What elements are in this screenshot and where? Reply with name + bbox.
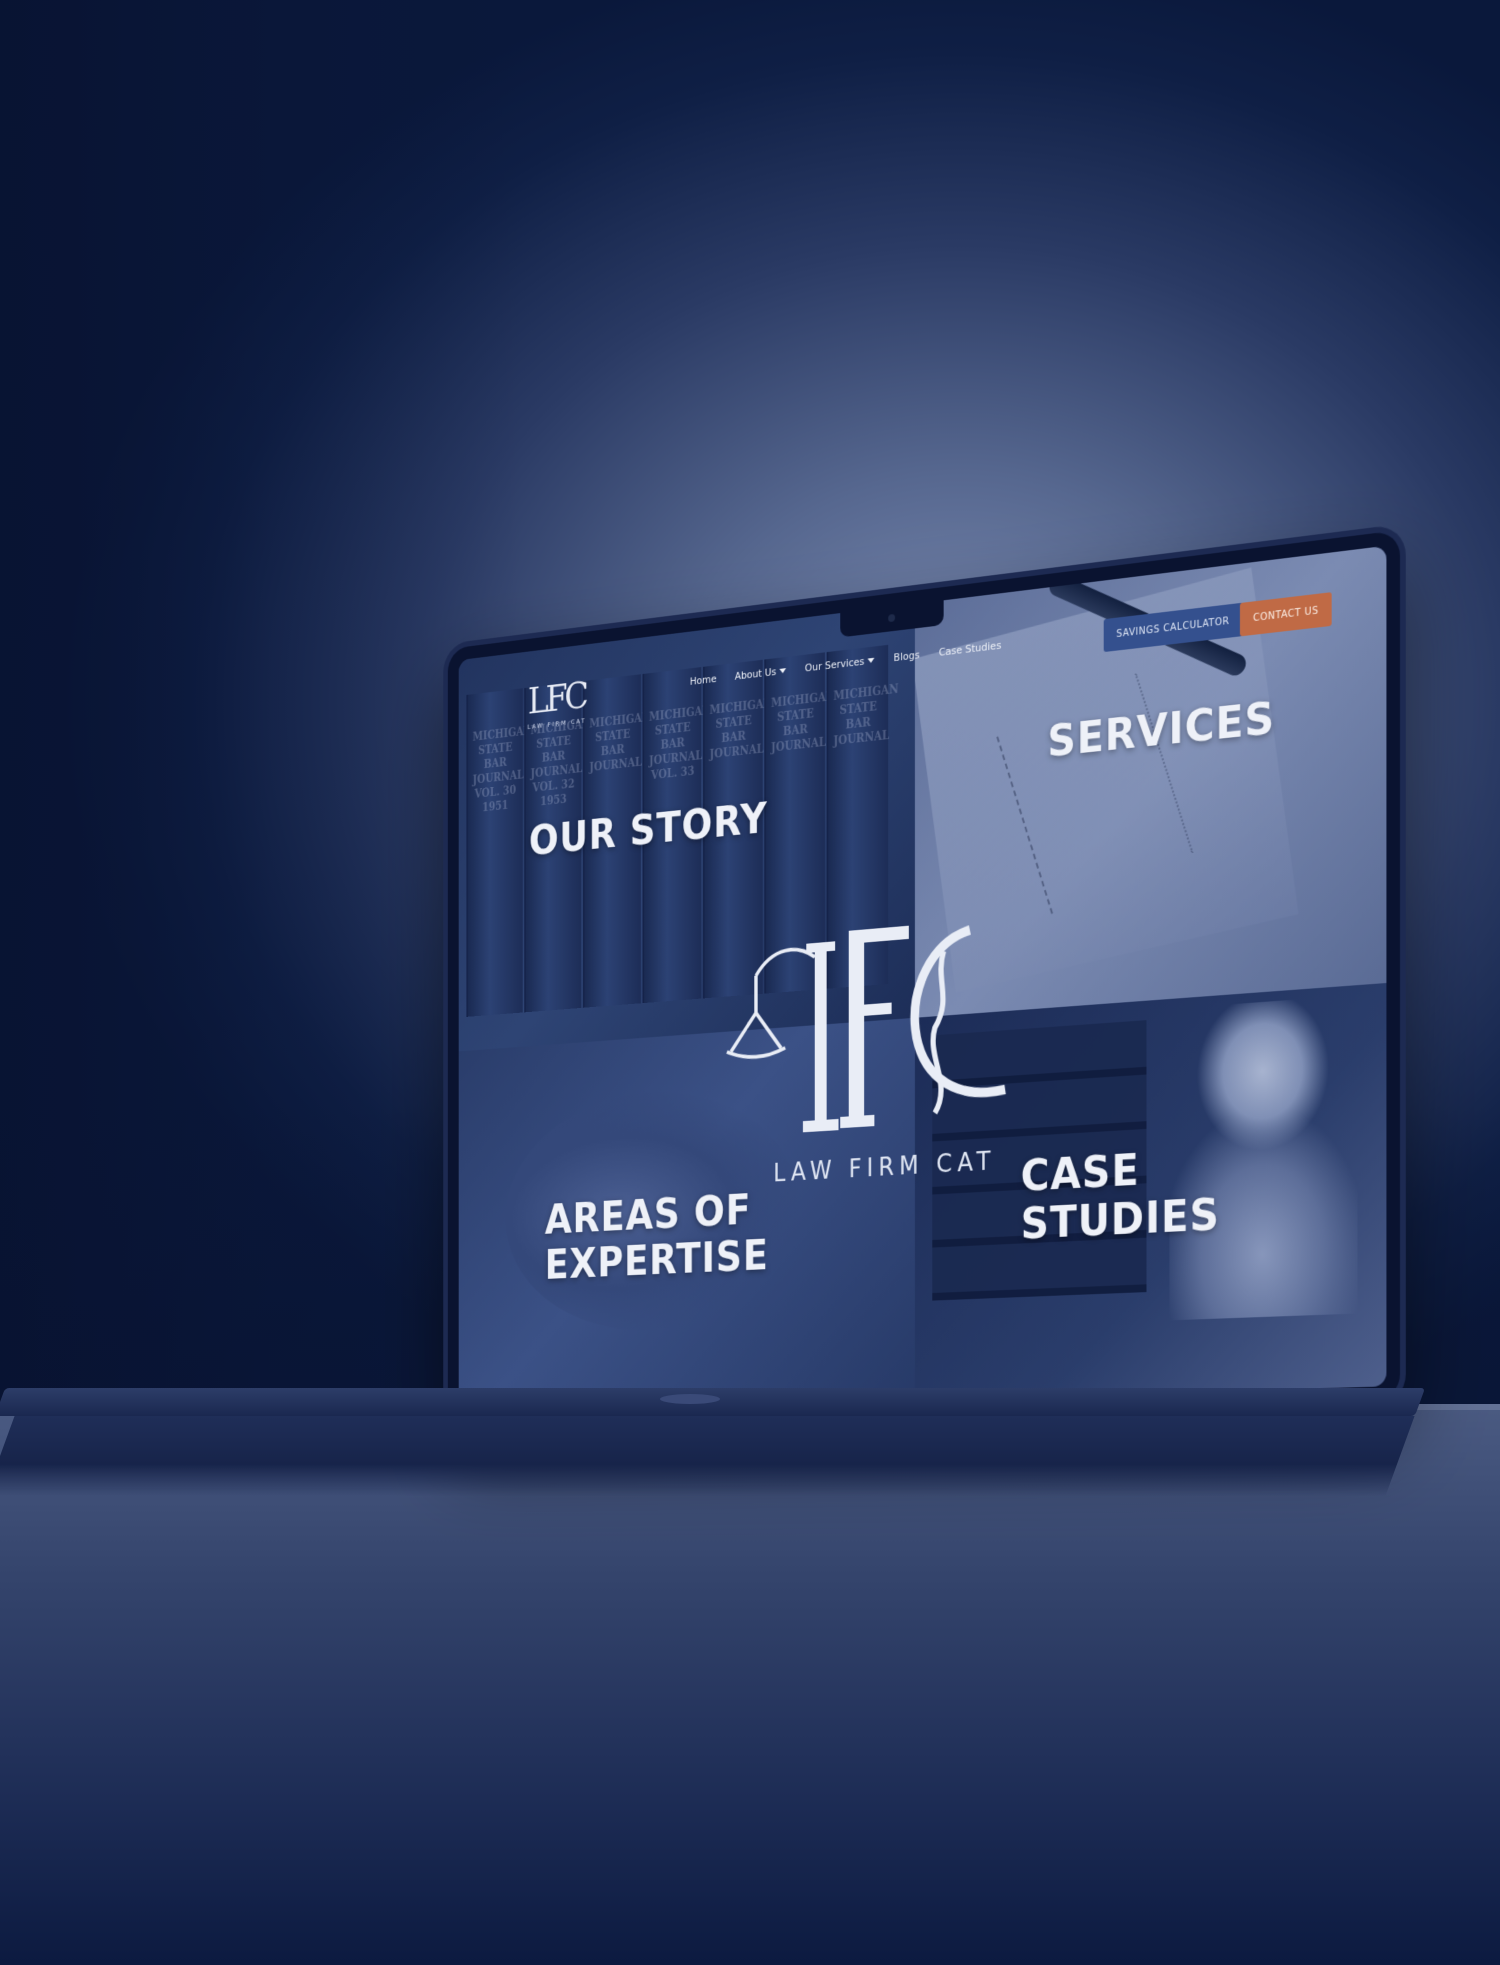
main-nav: Home About Us Our Services Blogs Case St… <box>690 639 1001 688</box>
nav-case-studies-label: Case Studies <box>938 639 1002 659</box>
camera-icon <box>888 613 896 623</box>
savings-calculator-button[interactable]: SAVINGS CALCULATOR <box>1103 602 1243 653</box>
nav-home[interactable]: Home <box>690 673 717 688</box>
nav-blogs[interactable]: Blogs <box>894 649 920 664</box>
nav-our-services[interactable]: Our Services <box>805 654 875 674</box>
contact-us-button[interactable]: CONTACT US <box>1239 592 1332 637</box>
expertise-line-2: EXPERTISE <box>544 1232 769 1290</box>
laptop-lid: MICHIGAN STATE BAR JOURNAL VOL. 30 1951 M… <box>447 530 1400 1426</box>
laptop-base-shadow <box>0 1416 1415 1496</box>
laptop-mockup: MICHIGAN STATE BAR JOURNAL VOL. 30 1951 M… <box>0 530 1426 1496</box>
areas-of-expertise-title: AREAS OF EXPERTISE <box>545 1186 769 1290</box>
nav-our-services-label: Our Services <box>804 655 865 675</box>
cases-line-2: STUDIES <box>1020 1190 1220 1250</box>
nav-about-us-label: About Us <box>734 665 777 683</box>
chevron-down-icon <box>779 668 787 674</box>
header-logo[interactable]: LFC LAW FIRM CAT <box>521 674 592 731</box>
center-logo: LAW FIRM CAT <box>723 886 1032 1190</box>
monogram-logo-icon: LFC <box>527 674 586 723</box>
nav-blogs-label: Blogs <box>893 648 920 664</box>
nav-about-us[interactable]: About Us <box>735 664 787 682</box>
nav-home-label: Home <box>689 672 717 688</box>
nav-case-studies[interactable]: Case Studies <box>939 639 1002 659</box>
scales-of-justice-logo-icon <box>723 886 1032 1133</box>
website-screen: MICHIGAN STATE BAR JOURNAL VOL. 30 1951 M… <box>458 545 1387 1413</box>
case-studies-title: CASE STUDIES <box>1021 1142 1220 1250</box>
trackpad-notch <box>660 1394 720 1404</box>
chevron-down-icon <box>867 657 875 664</box>
